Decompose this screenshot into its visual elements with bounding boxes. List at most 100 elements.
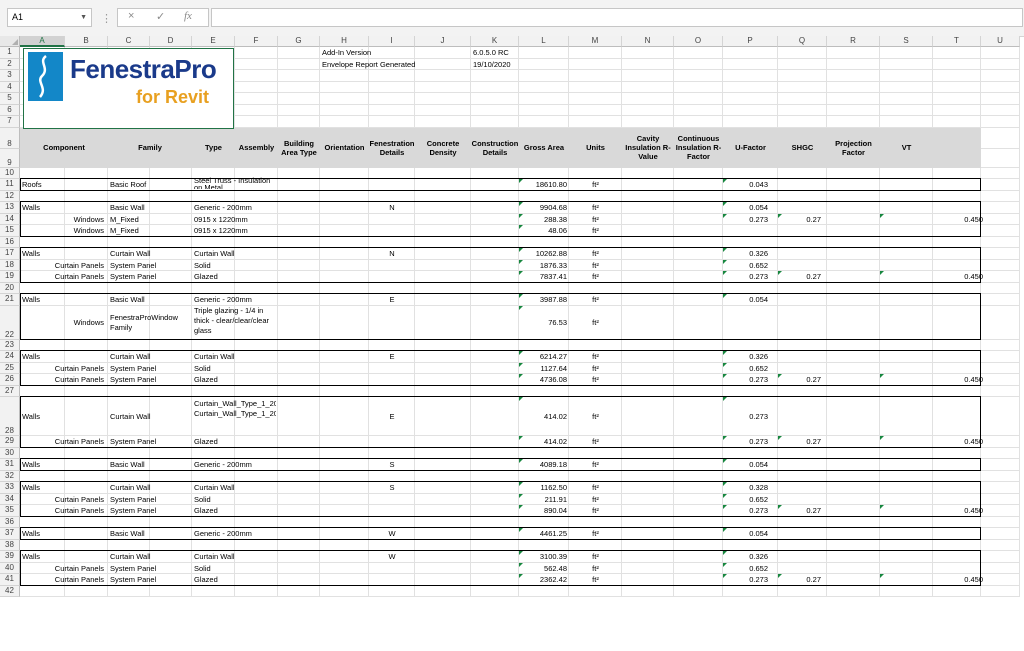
units-cell: ft² — [592, 317, 599, 327]
column-header[interactable]: S — [880, 36, 933, 47]
error-indicator-icon — [778, 505, 782, 509]
row-header[interactable]: 14 — [0, 213, 20, 225]
insert-function-icon[interactable]: fx — [184, 10, 192, 22]
error-indicator-icon — [723, 493, 727, 498]
error-indicator-icon — [723, 351, 727, 355]
row-header[interactable]: 39 — [0, 551, 20, 563]
row-header[interactable]: 6 — [0, 104, 20, 116]
row-header[interactable]: 20 — [0, 282, 20, 294]
row-header[interactable]: 26 — [0, 374, 20, 386]
error-indicator-icon — [723, 397, 727, 401]
name-box[interactable]: A1 ▼ — [7, 8, 92, 27]
row-header[interactable]: 18 — [0, 259, 20, 271]
formula-bar: A1 ▼ ⋮ × ✓ fx — [0, 0, 1024, 37]
column-header[interactable]: D — [150, 36, 192, 47]
row-header[interactable]: 5 — [0, 93, 20, 105]
column-header[interactable]: M — [569, 36, 622, 47]
error-indicator-icon — [880, 374, 884, 378]
column-header[interactable]: B — [65, 36, 108, 47]
column-header[interactable]: P — [723, 36, 778, 47]
column-header[interactable]: J — [415, 36, 471, 47]
select-all-corner[interactable] — [0, 36, 20, 47]
column-header[interactable]: C — [108, 36, 150, 47]
column-header[interactable]: H — [320, 36, 369, 47]
row-header[interactable]: 2 — [0, 58, 20, 70]
row-header[interactable]: 24 — [0, 351, 20, 363]
family-cell: Basic Wall — [110, 529, 145, 538]
row-header[interactable]: 9 — [0, 148, 20, 168]
type-cell: Generic - 200mm — [194, 203, 252, 212]
row-header[interactable]: 31 — [0, 459, 20, 471]
row-header[interactable]: 22 — [0, 305, 20, 340]
column-header[interactable]: Q — [778, 36, 827, 47]
family-cell: System Panel — [110, 437, 157, 446]
row-header[interactable]: 37 — [0, 528, 20, 540]
gross-area-cell: 4461.25 — [539, 529, 567, 538]
row-header[interactable]: 7 — [0, 116, 20, 128]
component-cell: Roofs — [22, 180, 42, 189]
column-header[interactable]: A — [20, 36, 65, 47]
row-header[interactable]: 13 — [0, 202, 20, 214]
cancel-icon[interactable]: × — [128, 10, 134, 22]
error-indicator-icon — [519, 397, 523, 401]
orientation-cell: S — [389, 483, 395, 492]
column-header[interactable]: I — [369, 36, 415, 47]
row-header[interactable]: 17 — [0, 248, 20, 260]
family-cell: Basic Wall — [110, 203, 145, 212]
row-header[interactable]: 38 — [0, 539, 20, 551]
row-header[interactable]: 40 — [0, 562, 20, 574]
column-header[interactable]: N — [622, 36, 674, 47]
row-header[interactable]: 33 — [0, 482, 20, 494]
u-factor-cell: 0.273 — [749, 214, 768, 224]
orientation-cell: N — [389, 203, 395, 212]
row-header[interactable]: 41 — [0, 574, 20, 586]
orientation-cell: W — [388, 529, 396, 538]
row-header[interactable]: 42 — [0, 585, 20, 597]
row-header[interactable]: 1 — [0, 47, 20, 59]
row-header[interactable]: 3 — [0, 70, 20, 82]
row-header[interactable]: 10 — [0, 167, 20, 179]
column-header[interactable]: U — [981, 36, 1020, 47]
gross-area-cell: 414.02 — [544, 412, 567, 421]
row-header[interactable]: 11 — [0, 179, 20, 191]
family-cell: Curtain Wall — [110, 483, 151, 492]
row-header[interactable]: 19 — [0, 271, 20, 283]
column-header[interactable]: E — [192, 36, 235, 47]
row-header[interactable]: 28 — [0, 397, 20, 436]
row-header[interactable]: 4 — [0, 81, 20, 93]
formula-input[interactable] — [211, 8, 1023, 27]
column-header[interactable]: O — [674, 36, 723, 47]
column-header[interactable]: K — [471, 36, 519, 47]
row-header[interactable]: 8 — [0, 127, 20, 149]
row-header[interactable]: 23 — [0, 339, 20, 351]
row-header[interactable]: 32 — [0, 470, 20, 482]
chevron-down-icon[interactable]: ▼ — [80, 9, 87, 26]
error-indicator-icon — [723, 213, 727, 218]
error-indicator-icon — [519, 179, 523, 183]
type-cell: Generic - 200mm — [194, 529, 252, 538]
row-header[interactable]: 12 — [0, 190, 20, 202]
more-options-icon[interactable]: ⋮ — [101, 12, 112, 25]
row-header[interactable]: 30 — [0, 447, 20, 459]
column-title: Orientation — [324, 143, 365, 152]
logo-mark-icon — [28, 52, 63, 101]
column-header[interactable]: R — [827, 36, 880, 47]
row-header[interactable]: 36 — [0, 516, 20, 528]
column-header[interactable]: L — [519, 36, 569, 47]
column-header[interactable]: F — [235, 36, 278, 47]
row-header[interactable]: 25 — [0, 362, 20, 374]
error-indicator-icon — [519, 562, 523, 567]
shgc-cell: 0.27 — [806, 272, 821, 281]
check-icon[interactable]: ✓ — [156, 10, 165, 23]
error-indicator-icon — [723, 562, 727, 567]
row-header[interactable]: 15 — [0, 225, 20, 237]
row-header[interactable]: 29 — [0, 436, 20, 448]
row-header[interactable]: 21 — [0, 294, 20, 306]
row-header[interactable]: 27 — [0, 385, 20, 397]
row-header[interactable]: 16 — [0, 236, 20, 248]
row-header[interactable]: 34 — [0, 493, 20, 505]
gross-area-cell: 18610.80 — [535, 180, 567, 189]
row-header[interactable]: 35 — [0, 505, 20, 517]
column-header[interactable]: G — [278, 36, 320, 47]
column-header[interactable]: T — [933, 36, 981, 47]
